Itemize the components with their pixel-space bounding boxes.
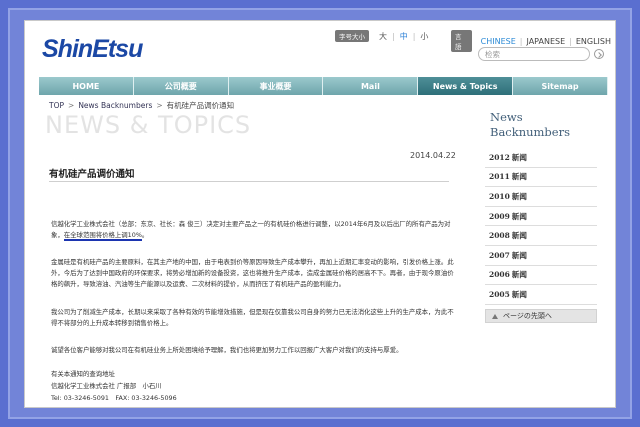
year-label: 2011	[489, 172, 510, 182]
shinetsu-logo[interactable]: ShinEtsu	[42, 35, 143, 64]
font-size-large[interactable]: 大	[379, 31, 387, 42]
year-label: 2007	[489, 250, 510, 260]
sidebar-item-2006[interactable]: 2006 新闻	[485, 266, 597, 286]
font-size-small[interactable]: 小	[420, 31, 428, 42]
news-label: 新闻	[511, 172, 527, 182]
sidebar-title: News Backnumbers	[490, 110, 570, 140]
browser-page: ShinEtsu 字号大小 大 | 中 | 小 言語 CHINESE | JAP…	[24, 20, 616, 408]
year-label: 2005	[489, 289, 510, 299]
sidebar-item-2010[interactable]: 2010 新闻	[485, 187, 597, 207]
sidebar-year-list: 2012 新闻 2011 新闻 2010 新闻 2009 新闻 2008 新闻 2007 新…	[485, 148, 597, 305]
year-label: 2006	[489, 270, 510, 280]
language-japanese[interactable]: JAPANESE	[526, 37, 565, 46]
divider: |	[519, 36, 523, 46]
year-label: 2010	[489, 191, 510, 201]
font-size-tag: 字号大小	[335, 30, 369, 42]
divider: |	[569, 36, 572, 46]
article-paragraph-1: 信越化学工业株式会社（总部：东京、社长：森 俊三）决定对主要产品之一的有机硅价格…	[51, 219, 455, 242]
back-to-top-button[interactable]: ページの先頭へ	[485, 309, 597, 323]
font-size-medium[interactable]: 中	[400, 31, 408, 42]
article-paragraph-4: 诚望各位客户能够对我公司在有机硅业务上所处困境给予理解，我们也将更加努力工作以回…	[51, 346, 403, 354]
divider: |	[412, 31, 416, 41]
contact-label: 有关本通知的查询地址	[51, 370, 115, 378]
news-label: 新闻	[511, 250, 527, 260]
sidebar-item-2005[interactable]: 2005 新闻	[485, 285, 597, 305]
sidebar-item-2011[interactable]: 2011 新闻	[485, 168, 597, 188]
news-topics-banner: NEWS & TOPICS	[45, 111, 252, 139]
divider: |	[392, 31, 395, 41]
article-date: 2014.04.22	[410, 151, 456, 160]
year-label: 2012	[489, 152, 510, 162]
sidebar-item-2009[interactable]: 2009 新闻	[485, 207, 597, 227]
breadcrumb-current: 有机硅产品调价通知	[166, 101, 235, 110]
search-icon[interactable]	[594, 49, 604, 59]
nav-home[interactable]: HOME	[39, 77, 134, 95]
language-chinese[interactable]: CHINESE	[481, 37, 516, 46]
article-paragraph-3: 我公司为了削减生产成本，长期以来采取了各种有效的节能增效措施，但是现在仅靠我公司…	[51, 308, 454, 328]
news-label: 新闻	[511, 152, 527, 162]
contact-info: 有关本通知的查询地址 信越化学工业株式会社 广报部 小石川 Tel: 03-32…	[51, 368, 177, 404]
breadcrumb-top[interactable]: TOP	[49, 101, 64, 110]
article-title: 有机硅产品调价通知	[49, 169, 135, 180]
nav-mail[interactable]: Mail	[323, 77, 419, 95]
back-to-top-label: ページの先頭へ	[503, 312, 552, 320]
nav-news-topics[interactable]: News & Topics	[418, 77, 514, 95]
sidebar-title-line2: Backnumbers	[490, 125, 571, 139]
news-label: 新闻	[511, 211, 527, 221]
search-input[interactable]: 检索	[478, 47, 590, 61]
sidebar-item-2007[interactable]: 2007 新闻	[485, 246, 597, 266]
contact-company: 信越化学工业株式会社 广报部 小石川	[51, 382, 162, 390]
nav-company[interactable]: 公司概要	[133, 77, 229, 95]
language-english[interactable]: ENGLISH	[576, 37, 611, 46]
chevron-right-icon: >	[156, 101, 163, 110]
font-size-selector: 字号大小 大 | 中 | 小	[335, 30, 433, 42]
main-nav: HOME 公司概要 事业概要 Mail News & Topics Sitema…	[39, 77, 608, 95]
sidebar-item-2008[interactable]: 2008 新闻	[485, 226, 597, 246]
news-label: 新闻	[511, 289, 527, 299]
nav-business[interactable]: 事业概要	[228, 77, 324, 95]
year-label: 2009	[489, 211, 510, 221]
paragraph-text: 。	[141, 231, 149, 240]
breadcrumb-news-backnumbers[interactable]: News Backnumbers	[78, 101, 152, 110]
title-divider	[49, 181, 449, 182]
breadcrumb: TOP > News Backnumbers > 有机硅产品调价通知	[49, 100, 234, 111]
news-label: 新闻	[511, 270, 527, 280]
arrow-up-icon	[492, 313, 498, 319]
year-label: 2008	[489, 231, 510, 241]
nav-sitemap[interactable]: Sitemap	[513, 77, 608, 95]
language-tag: 言語	[451, 30, 472, 52]
article-paragraph-2: 金属硅是有机硅产品的主要原料，在其主产地的中国，由于电表到价等原因导致生产成本攀…	[51, 258, 454, 289]
highlighted-price-increase: 在全球范围将价格上调10%	[63, 231, 142, 242]
news-label: 新闻	[511, 191, 527, 201]
sidebar-title-line1: News	[490, 110, 523, 124]
news-label: 新闻	[511, 231, 527, 241]
contact-phone: Tel: 03-3246-5091 FAX: 03-3246-5096	[51, 394, 177, 402]
sidebar-item-2012[interactable]: 2012 新闻	[485, 148, 597, 168]
chevron-right-icon: >	[68, 101, 75, 110]
